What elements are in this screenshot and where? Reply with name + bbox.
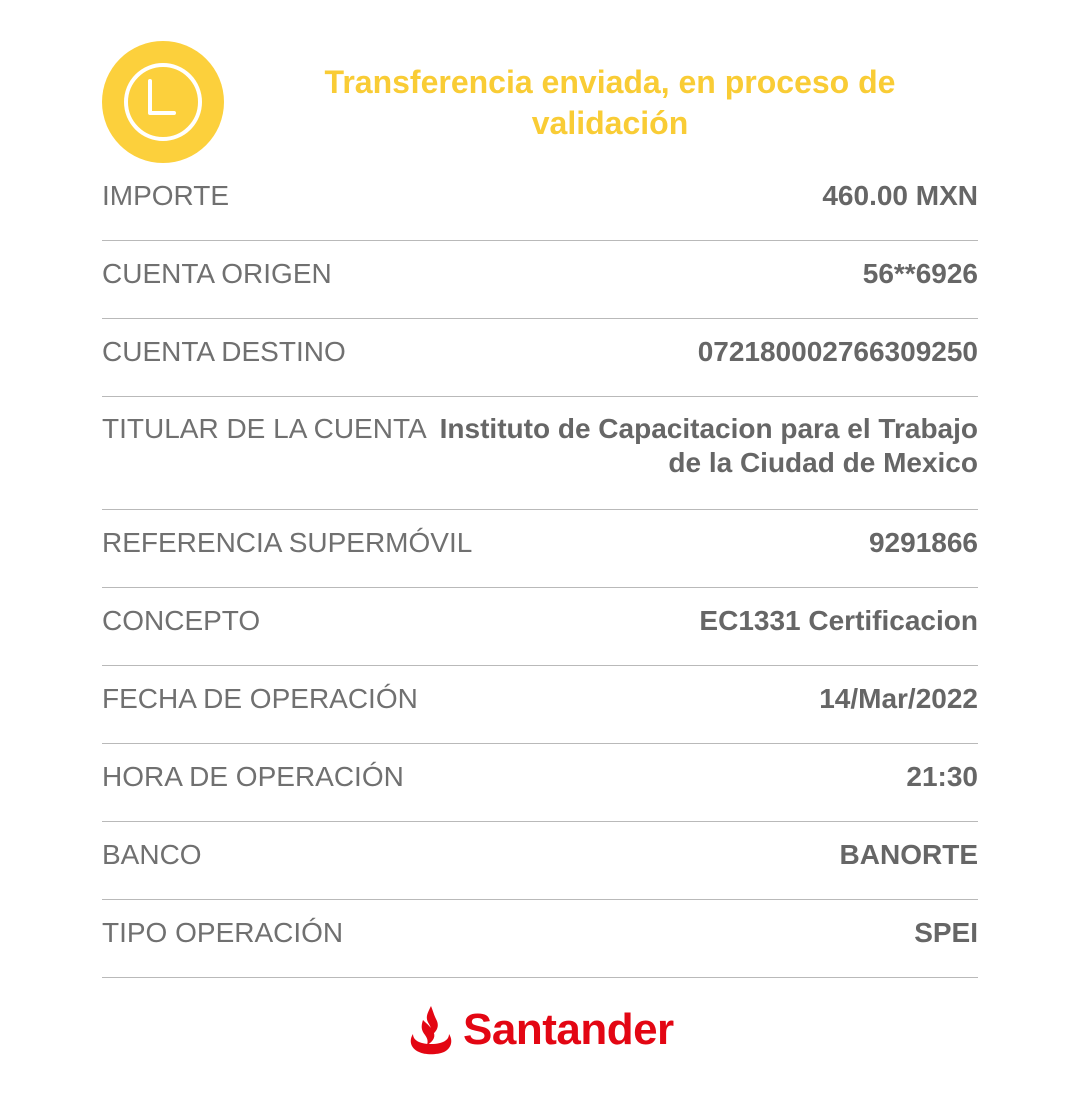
detail-label: CUENTA ORIGEN (102, 258, 332, 289)
detail-value: 56**6926 (862, 258, 978, 289)
detail-value: EC1331 Certificacion (699, 605, 978, 636)
detail-row-titular: TITULAR DE LA CUENTA Instituto de Capaci… (102, 397, 978, 510)
detail-row-tipo-operacion: TIPO OPERACIÓN SPEI (102, 900, 978, 978)
detail-value: Instituto de Capacitacion para el Trabaj… (439, 413, 978, 478)
detail-row-cuenta-origen: CUENTA ORIGEN 56**6926 (102, 241, 978, 319)
detail-row-concepto: CONCEPTO EC1331 Certificacion (102, 588, 978, 666)
detail-label: TITULAR DE LA CUENTA (102, 413, 427, 444)
detail-value: BANORTE (839, 839, 978, 870)
detail-label: FECHA DE OPERACIÓN (102, 683, 418, 714)
detail-row-banco: BANCO BANORTE (102, 822, 978, 900)
detail-value: 21:30 (906, 761, 978, 792)
santander-logo-text: Santander (463, 1005, 674, 1054)
clock-icon (102, 41, 224, 163)
detail-value: 072180002766309250 (697, 336, 978, 367)
transfer-details: IMPORTE 460.00 MXN CUENTA ORIGEN 56**692… (102, 163, 978, 978)
detail-row-hora: HORA DE OPERACIÓN 21:30 (102, 744, 978, 822)
detail-value: 9291866 (868, 527, 978, 558)
detail-value: 14/Mar/2022 (819, 683, 978, 714)
detail-row-fecha: FECHA DE OPERACIÓN 14/Mar/2022 (102, 666, 978, 744)
detail-label: TIPO OPERACIÓN (102, 917, 344, 948)
detail-value: 460.00 MXN (822, 180, 978, 211)
detail-value: SPEI (914, 917, 978, 948)
detail-row-referencia: REFERENCIA SUPERMÓVIL 9291866 (102, 510, 978, 588)
detail-row-importe: IMPORTE 460.00 MXN (102, 163, 978, 241)
detail-label: CONCEPTO (102, 605, 261, 636)
detail-label: HORA DE OPERACIÓN (102, 761, 404, 792)
detail-row-cuenta-destino: CUENTA DESTINO 072180002766309250 (102, 319, 978, 397)
santander-flame-icon (410, 1006, 452, 1055)
detail-label: BANCO (102, 839, 202, 870)
detail-label: CUENTA DESTINO (102, 336, 346, 367)
detail-label: IMPORTE (102, 180, 230, 211)
status-title: Transferencia enviada, en proceso de val… (324, 64, 896, 141)
santander-logo: Santander (407, 1002, 674, 1058)
detail-label: REFERENCIA SUPERMÓVIL (102, 527, 473, 558)
